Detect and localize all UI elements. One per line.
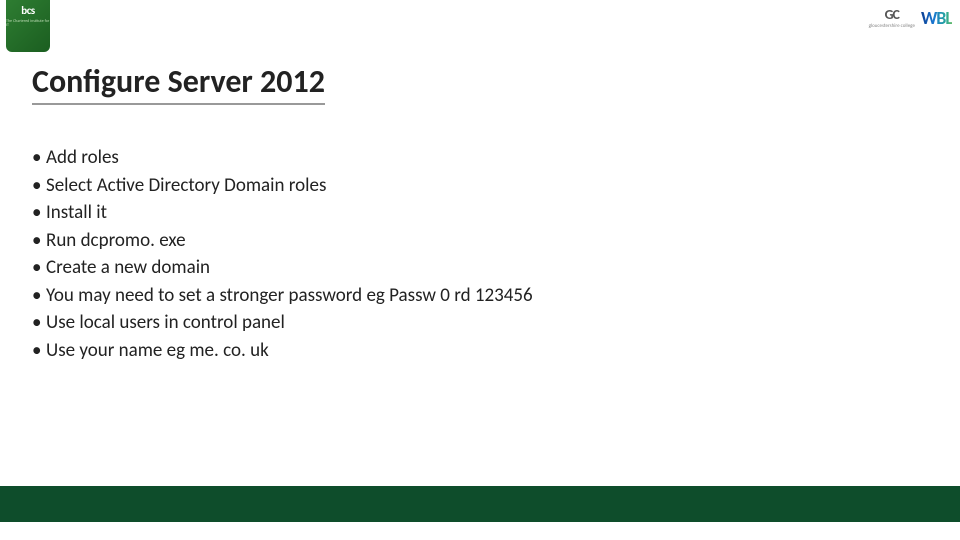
bcs-logo-text: bcs (21, 4, 34, 17)
list-item-text: Select Active Directory Domain roles (46, 172, 326, 200)
gc-logo: GC gloucestershire college (869, 6, 915, 29)
footer-bar (0, 486, 960, 522)
bullet-icon: • (32, 337, 46, 365)
bullet-icon: • (32, 309, 46, 337)
gc-logo-subtext: gloucestershire college (869, 23, 915, 29)
list-item-text: You may need to set a stronger password … (46, 282, 533, 310)
list-item-text: Create a new domain (46, 254, 210, 282)
list-item: •Use your name eg me. co. uk (32, 337, 920, 365)
bullet-icon: • (32, 199, 46, 227)
bullet-icon: • (32, 172, 46, 200)
bullet-icon: • (32, 227, 46, 255)
list-item-text: Use your name eg me. co. uk (46, 337, 269, 365)
slide-title: Configure Server 2012 (32, 62, 325, 105)
list-item: •Install it (32, 199, 920, 227)
list-item: •Add roles (32, 144, 920, 172)
wbl-logo: WBL (921, 7, 952, 29)
bullet-icon: • (32, 144, 46, 172)
slide-content: •Add roles •Select Active Directory Doma… (32, 144, 920, 364)
list-item-text: Add roles (46, 144, 119, 172)
bcs-logo: bcs The Chartered Institute for IT (6, 0, 50, 52)
list-item: •Create a new domain (32, 254, 920, 282)
list-item: •Select Active Directory Domain roles (32, 172, 920, 200)
list-item: •You may need to set a stronger password… (32, 282, 920, 310)
bullet-icon: • (32, 282, 46, 310)
list-item-text: Run dcpromo. exe (46, 227, 186, 255)
list-item: •Run dcpromo. exe (32, 227, 920, 255)
list-item-text: Install it (46, 199, 107, 227)
list-item: •Use local users in control panel (32, 309, 920, 337)
bcs-logo-subtext: The Chartered Institute for IT (6, 20, 50, 28)
bullet-icon: • (32, 254, 46, 282)
right-logos: GC gloucestershire college WBL (869, 6, 952, 29)
list-item-text: Use local users in control panel (46, 309, 285, 337)
gc-logo-text: GC (885, 6, 899, 23)
